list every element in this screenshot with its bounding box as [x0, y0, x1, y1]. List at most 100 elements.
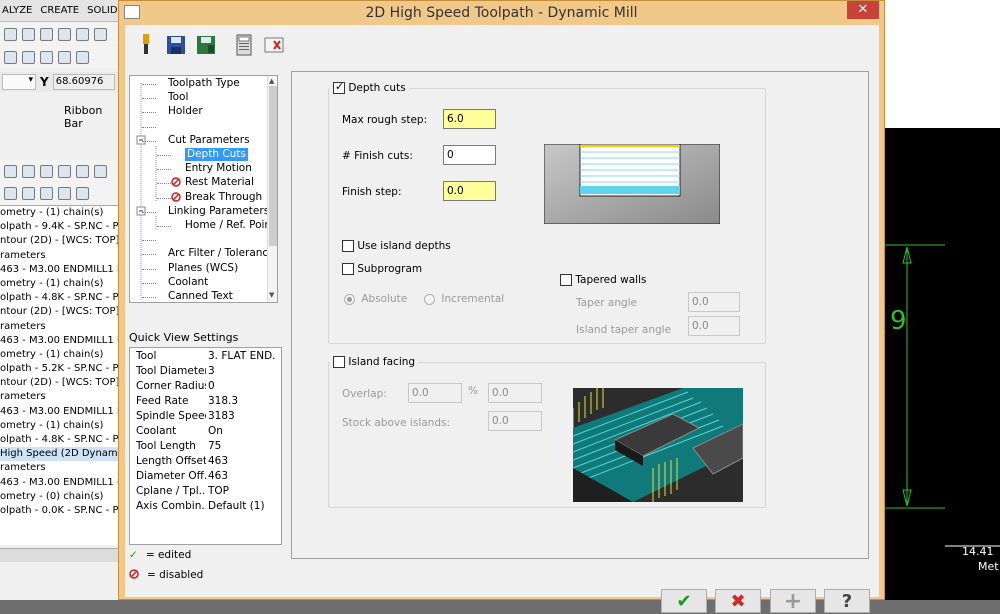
operation-item[interactable]: 463 - M3.00 ENDMILL1 FLAT — [0, 405, 125, 419]
operation-item[interactable]: ometry - (1) chain(s) — [0, 348, 125, 362]
subprogram-row[interactable]: Subprogram — [342, 263, 422, 275]
tree-item[interactable]: Canned Text — [168, 290, 233, 302]
operation-item[interactable]: 463 - M3.00 ENDMILL1 FLAT — [0, 334, 125, 348]
operation-item[interactable]: ometry - (1) chain(s) — [0, 206, 125, 220]
tool-icon[interactable] — [135, 34, 157, 56]
spline-icon[interactable] — [40, 50, 53, 64]
toolbar-icon[interactable] — [94, 27, 107, 41]
incremental-radio[interactable] — [424, 293, 435, 305]
absolute-radio-row[interactable]: Absolute — [344, 293, 407, 305]
operation-item[interactable]: ometry - (1) chain(s) — [0, 419, 125, 433]
save-as-icon[interactable] — [195, 34, 217, 56]
tree-item[interactable]: Coolant — [168, 276, 208, 289]
ok-button[interactable]: ✔ — [661, 589, 707, 613]
tree-item[interactable]: Rest Material — [185, 176, 254, 189]
menu-analyze[interactable]: ALYZE — [2, 5, 32, 16]
tree-item[interactable]: Arc Filter / Tolerance — [168, 247, 275, 260]
island-facing-checkbox-row[interactable]: Island facing — [330, 356, 419, 368]
scroll-up-icon[interactable]: ▲ — [269, 77, 274, 85]
operation-item[interactable]: 463 - M3.00 ENDMILL1 FLAT — [0, 476, 125, 490]
cancel-button[interactable]: ✖ — [715, 589, 761, 613]
use-island-depths-row[interactable]: Use island depths — [342, 240, 451, 252]
operation-item[interactable]: olpath - 5.2K - SP.NC - Prog — [0, 362, 125, 376]
toolbar-icon[interactable] — [40, 164, 53, 178]
subprogram-checkbox[interactable] — [342, 263, 354, 275]
parameter-tree[interactable]: Toolpath Type Tool Holder Cut Parameters Dep… — [129, 75, 278, 303]
overlap-percent-input[interactable]: 0.0 — [488, 383, 542, 403]
toolbar-icon[interactable] — [4, 164, 17, 178]
overlap-input[interactable]: 0.0 — [408, 383, 462, 403]
operation-item[interactable]: rameters — [0, 461, 125, 475]
tree-scrollbar[interactable]: ▲ ▼ — [267, 76, 277, 302]
stock-above-islands-input[interactable]: 0.0 — [488, 411, 542, 431]
toolbar-icon[interactable] — [22, 164, 35, 178]
operation-item[interactable]: olpath - 0.0K - SP.NC - Prog — [0, 504, 125, 518]
operation-item[interactable]: ntour (2D) - [WCS: TOP] - [ — [0, 376, 125, 390]
tree-item[interactable]: Cut Parameters — [168, 134, 250, 147]
operation-item[interactable]: ometry - (1) chain(s) — [0, 277, 125, 291]
close-button[interactable]: ✕ — [847, 1, 879, 19]
operation-item[interactable]: olpath - 9.4K - SP.NC - Prog — [0, 220, 125, 234]
scroll-down-icon[interactable]: ▼ — [269, 291, 274, 299]
toolbar-icon[interactable] — [76, 186, 89, 200]
depth-cuts-checkbox[interactable] — [333, 80, 345, 94]
g1-icon[interactable] — [58, 164, 71, 178]
finish-step-input[interactable]: 0.0 — [443, 181, 496, 201]
finish-cuts-input[interactable]: 0 — [443, 145, 496, 165]
toolbar-icon[interactable] — [4, 186, 17, 200]
menu-create[interactable]: CREATE — [40, 5, 79, 16]
operation-item[interactable]: ometry - (0) chain(s) — [0, 490, 125, 504]
operation-item[interactable]: High Speed (2D Dynamic Mil — [0, 447, 125, 462]
toolbar-icon[interactable] — [76, 164, 89, 178]
operation-item[interactable]: olpath - 4.8K - SP.NC - Prog — [0, 291, 125, 305]
save-icon[interactable] — [165, 34, 187, 56]
graphics-viewport[interactable]: 9 — [885, 128, 1000, 600]
toolbar-icon[interactable] — [58, 50, 71, 64]
tapered-walls-checkbox[interactable] — [560, 274, 572, 286]
tree-item[interactable]: Entry Motion — [185, 162, 252, 175]
toolbar-icon[interactable] — [76, 27, 89, 41]
island-facing-checkbox[interactable] — [333, 356, 345, 368]
help-button[interactable]: ? — [824, 589, 870, 613]
tree-item[interactable]: Home / Ref. Points — [185, 219, 277, 232]
coord-dropdown[interactable]: ▾ — [2, 74, 36, 90]
operation-item[interactable]: olpath - 4.8K - SP.NC - Prog — [0, 433, 125, 447]
arc-icon[interactable] — [22, 50, 35, 64]
incremental-radio-row[interactable]: Incremental — [424, 293, 504, 305]
toolbar-icon[interactable] — [4, 50, 17, 64]
tree-item[interactable]: Depth Cuts — [185, 148, 248, 161]
max-rough-step-input[interactable]: 6.0 — [443, 109, 496, 129]
operations-manager-list[interactable]: ometry - (1) chain(s) olpath - 9.4K - SP.… — [0, 205, 125, 545]
toolbar-icon[interactable] — [40, 27, 53, 41]
operation-item[interactable]: rameters — [0, 320, 125, 334]
toolbar-icon[interactable] — [22, 186, 35, 200]
operation-item[interactable]: rameters — [0, 390, 125, 404]
tree-item[interactable]: Tool — [168, 91, 188, 104]
tree-item[interactable]: Toolpath Type — [168, 77, 240, 90]
operation-item[interactable]: ntour (2D) - [WCS: TOP] - [ — [0, 305, 125, 319]
depth-cuts-checkbox-row[interactable]: Depth cuts — [330, 80, 409, 94]
tree-item[interactable]: Planes (WCS) — [168, 262, 238, 275]
delete-icon[interactable] — [263, 34, 285, 56]
tree-scroll-thumb[interactable] — [269, 86, 277, 246]
tree-item[interactable]: Holder — [168, 105, 203, 118]
island-taper-angle-input[interactable]: 0.0 — [688, 316, 740, 336]
absolute-radio[interactable] — [344, 293, 355, 305]
tree-item[interactable]: Break Through — [185, 191, 262, 204]
coord-y-input[interactable]: 68.60976 — [52, 74, 115, 90]
operation-item[interactable]: ntour (2D) - [WCS: TOP] - [ — [0, 234, 125, 248]
tapered-walls-row[interactable]: Tapered walls — [560, 274, 646, 286]
operation-item[interactable]: rameters — [0, 249, 125, 263]
toolbar-icon[interactable] — [40, 186, 53, 200]
operation-item[interactable]: 463 - M3.00 ENDMILL1 FLAT — [0, 263, 125, 277]
ops-horizontal-scrollbar[interactable] — [0, 548, 125, 562]
menu-solids[interactable]: SOLID — [87, 5, 117, 16]
calculator-icon[interactable] — [233, 34, 255, 56]
add-button[interactable]: + — [770, 589, 816, 614]
use-island-depths-checkbox[interactable] — [342, 240, 354, 252]
tree-item[interactable]: Linking Parameters — [168, 205, 269, 218]
toolbar-icon[interactable] — [58, 186, 71, 200]
toolbar-icon[interactable] — [76, 50, 89, 64]
toolbar-icon[interactable] — [22, 27, 35, 41]
toolbar-icon[interactable] — [58, 27, 71, 41]
